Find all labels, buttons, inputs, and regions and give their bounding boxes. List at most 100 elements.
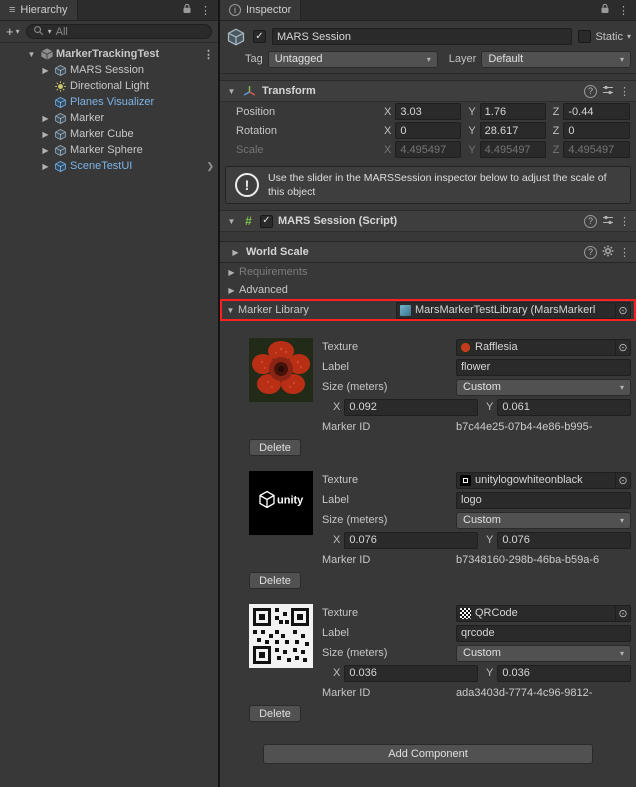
- gear-icon[interactable]: [602, 245, 614, 260]
- foldout-closed-icon[interactable]: ▶: [40, 114, 51, 123]
- marker-library-label: Marker Library: [238, 304, 394, 316]
- hierarchy-item-planes-visualizer[interactable]: Planes Visualizer: [0, 94, 218, 110]
- hierarchy-item-mars-session[interactable]: ▶ MARS Session: [0, 62, 218, 78]
- tag-dropdown[interactable]: Untagged ▾: [268, 51, 438, 68]
- foldout-open-icon[interactable]: ▼: [225, 306, 236, 315]
- texture-object-field[interactable]: QRCode⊙: [456, 605, 631, 622]
- requirements-foldout[interactable]: ▶ Requirements: [220, 263, 636, 281]
- rotation-z-field[interactable]: [563, 122, 630, 139]
- presets-icon[interactable]: [602, 84, 614, 99]
- foldout-closed-icon[interactable]: ▶: [40, 66, 51, 75]
- texture-mini-icon: [460, 342, 471, 353]
- world-scale-label: World Scale: [246, 246, 309, 258]
- prefab-open-chevron-icon[interactable]: ❯: [206, 161, 214, 172]
- size-x-field[interactable]: [344, 665, 478, 682]
- add-gameobject-button[interactable]: + ▾: [6, 25, 20, 38]
- size-mode-value: Custom: [463, 514, 615, 526]
- presets-icon[interactable]: [602, 214, 614, 229]
- help-icon[interactable]: ?: [584, 246, 597, 259]
- label-field[interactable]: [456, 359, 631, 376]
- object-picker-icon[interactable]: ⊙: [615, 473, 630, 488]
- object-picker-icon[interactable]: ⊙: [615, 303, 630, 318]
- size-x-field[interactable]: [344, 532, 478, 549]
- transform-component-header[interactable]: ▼ Transform ? ⋮: [220, 80, 636, 102]
- foldout-open-icon[interactable]: ▼: [26, 50, 37, 59]
- tab-hierarchy[interactable]: ≡ Hierarchy: [0, 0, 78, 20]
- advanced-foldout[interactable]: ▶ Advanced: [220, 281, 636, 299]
- delete-marker-button[interactable]: Delete: [249, 439, 301, 456]
- layer-dropdown[interactable]: Default ▾: [481, 51, 631, 68]
- tab-inspector[interactable]: i Inspector: [220, 0, 301, 20]
- scale-row: Scale X Y Z: [220, 140, 636, 159]
- static-dropdown-chevron-icon[interactable]: ▾: [627, 32, 631, 41]
- foldout-closed-icon[interactable]: ▶: [40, 130, 51, 139]
- rotation-row: Rotation X Y Z: [220, 121, 636, 140]
- item-label: Marker Sphere: [70, 144, 143, 156]
- hierarchy-item-directional-light[interactable]: Directional Light: [0, 78, 218, 94]
- position-z-field[interactable]: [563, 103, 630, 120]
- size-mode-dropdown[interactable]: Custom ▾: [456, 512, 631, 529]
- label-field[interactable]: [456, 625, 631, 642]
- object-picker-icon[interactable]: ⊙: [615, 340, 630, 355]
- hierarchy-item-marker-cube[interactable]: ▶ Marker Cube: [0, 126, 218, 142]
- foldout-closed-icon[interactable]: ▶: [40, 146, 51, 155]
- foldout-closed-icon[interactable]: ▶: [230, 248, 241, 257]
- transform-icon: [242, 84, 257, 99]
- chevron-down-icon: ▾: [620, 55, 624, 64]
- hierarchy-item-scenetestui[interactable]: ▶ SceneTestUI ❯: [0, 158, 218, 174]
- hierarchy-search-input[interactable]: ▾ All: [26, 24, 212, 39]
- help-icon[interactable]: ?: [584, 215, 597, 228]
- mars-session-script-header[interactable]: ▼ # ✓ MARS Session (Script) ? ⋮: [220, 210, 636, 232]
- marker-library-object-field[interactable]: MarsMarkerTestLibrary (MarsMarkerl ⊙: [396, 302, 631, 319]
- hierarchy-menu-icon[interactable]: ⋮: [200, 4, 211, 17]
- active-checkbox[interactable]: ✓: [253, 30, 266, 43]
- hierarchy-item-marker-sphere[interactable]: ▶ Marker Sphere: [0, 142, 218, 158]
- exclamation-icon: !: [235, 173, 259, 197]
- static-checkbox[interactable]: [578, 30, 591, 43]
- scene-menu-icon[interactable]: ⋮: [203, 48, 214, 61]
- foldout-closed-icon[interactable]: ▶: [40, 162, 51, 171]
- texture-object-field[interactable]: Rafflesia ⊙: [456, 339, 631, 356]
- component-menu-icon[interactable]: ⋮: [619, 215, 630, 228]
- delete-marker-button[interactable]: Delete: [249, 705, 301, 722]
- size-y-field[interactable]: [497, 399, 631, 416]
- size-y-field[interactable]: [497, 665, 631, 682]
- foldout-open-icon[interactable]: ▼: [226, 87, 237, 96]
- gameobject-name-field[interactable]: [272, 28, 572, 45]
- add-component-button[interactable]: Add Component: [263, 744, 593, 764]
- lock-icon[interactable]: [182, 3, 192, 17]
- delete-marker-button[interactable]: Delete: [249, 572, 301, 589]
- rotation-x-field[interactable]: [395, 122, 461, 139]
- world-scale-header[interactable]: ▶ World Scale ? ⋮: [220, 241, 636, 263]
- component-enabled-checkbox[interactable]: ✓: [260, 215, 273, 228]
- size-x-field[interactable]: [344, 399, 478, 416]
- gameobject-cube-icon: [53, 143, 68, 158]
- gameobject-icon[interactable]: [225, 26, 247, 48]
- y-axis-label: Y: [486, 401, 493, 413]
- chevron-down-icon: ▾: [620, 516, 624, 525]
- scene-row-markertrackingtest[interactable]: ▼ MarkerTrackingTest ⋮: [0, 46, 218, 62]
- section-menu-icon[interactable]: ⋮: [619, 246, 630, 259]
- gameobject-cube-icon: [53, 127, 68, 142]
- position-x-field[interactable]: [395, 103, 461, 120]
- inspector-menu-icon[interactable]: ⋮: [618, 4, 629, 17]
- foldout-open-icon[interactable]: ▼: [226, 217, 237, 226]
- lock-icon[interactable]: [600, 3, 610, 17]
- size-mode-dropdown[interactable]: Custom▾: [456, 645, 631, 662]
- size-y-field[interactable]: [497, 532, 631, 549]
- texture-mini-icon: [460, 475, 471, 486]
- help-icon[interactable]: ?: [584, 85, 597, 98]
- object-picker-icon[interactable]: ⊙: [615, 606, 630, 621]
- rotation-y-field[interactable]: [480, 122, 546, 139]
- marker-id-label: Marker ID: [322, 554, 456, 566]
- label-field[interactable]: [456, 492, 631, 509]
- size-mode-dropdown[interactable]: Custom▾: [456, 379, 631, 396]
- texture-object-field[interactable]: unitylogowhiteonblack⊙: [456, 472, 631, 489]
- texture-name: Rafflesia: [475, 341, 611, 353]
- static-toggle[interactable]: Static ▾: [578, 30, 631, 43]
- component-menu-icon[interactable]: ⋮: [619, 85, 630, 98]
- hierarchy-item-marker[interactable]: ▶ Marker: [0, 110, 218, 126]
- chevron-down-icon: ▾: [427, 55, 431, 64]
- position-y-field[interactable]: [480, 103, 546, 120]
- inspector-tab-label: Inspector: [246, 4, 291, 16]
